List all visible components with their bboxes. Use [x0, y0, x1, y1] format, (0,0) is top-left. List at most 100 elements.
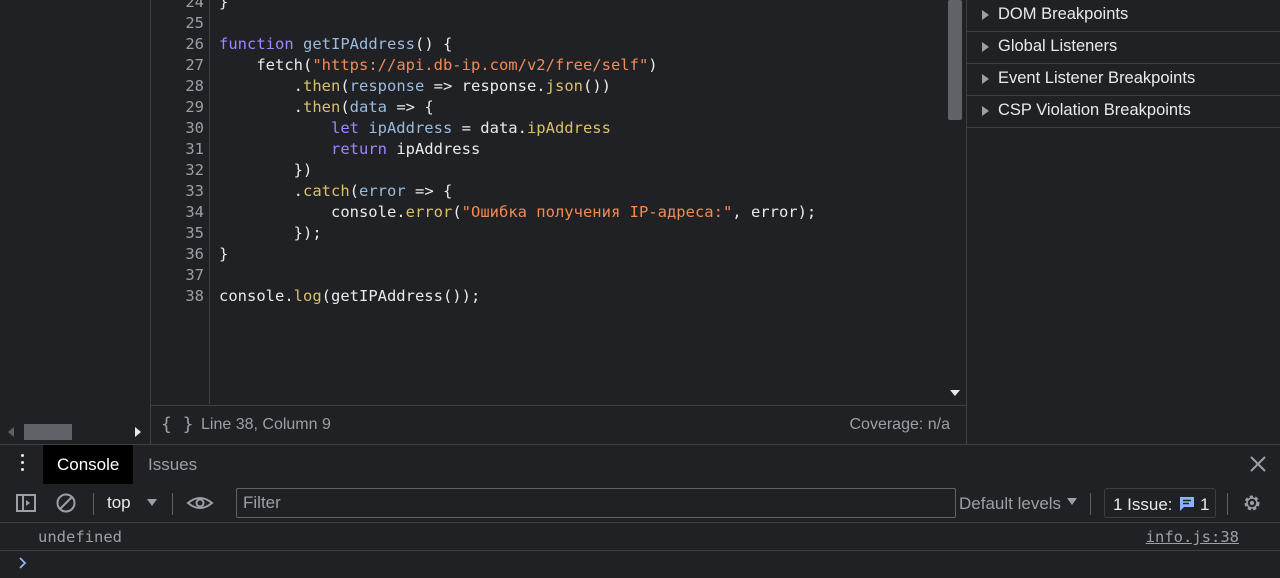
code-text: fetch("https://api.db-ip.com/v2/free/sel… [219, 55, 658, 76]
clear-console-icon[interactable] [55, 492, 77, 514]
code-editor[interactable]: 24} 25 26 function getIPAddress() {27 fetch… [151, 0, 944, 404]
code-token: . [219, 77, 303, 95]
line-number[interactable]: 32 [151, 160, 204, 181]
section-event-listener-breakpoints[interactable]: Event Listener Breakpoints [967, 64, 1280, 96]
line-number[interactable]: 36 [151, 244, 204, 265]
code-token: => { [387, 98, 434, 116]
code-token: error [405, 203, 453, 221]
code-text: .then(data => { [219, 97, 434, 118]
context-selector[interactable]: top [107, 493, 131, 513]
issues-label: 1 Issue: [1113, 495, 1173, 514]
toolbar-separator [1227, 493, 1228, 515]
scrollbar-thumb[interactable] [24, 424, 72, 440]
line-number[interactable]: 29 [151, 97, 204, 118]
code-text: } [219, 244, 228, 265]
line-number[interactable]: 28 [151, 76, 204, 97]
code-token: ( [349, 182, 360, 200]
code-token: ipAddress [526, 119, 611, 137]
more-tabs-icon[interactable] [21, 454, 25, 475]
log-levels-dropdown[interactable]: Default levels [959, 494, 1061, 514]
code-token: ipAddress [368, 119, 453, 137]
code-token: let [330, 119, 369, 137]
code-text: } [219, 0, 228, 13]
section-label: CSP Violation Breakpoints [998, 101, 1191, 119]
expand-triangle-icon [982, 42, 989, 52]
chevron-down-icon[interactable] [1067, 498, 1077, 505]
cursor-position: Line 38, Column 9 [201, 416, 331, 433]
code-token: ( [340, 77, 350, 95]
console-message-text: undefined [38, 528, 122, 546]
scrollbar-thumb[interactable] [948, 0, 962, 120]
line-number[interactable]: 30 [151, 118, 204, 139]
section-dom-breakpoints[interactable]: DOM Breakpoints [967, 0, 1280, 32]
code-token: response [349, 77, 425, 95]
live-expression-icon[interactable] [186, 492, 214, 514]
tab-issues[interactable]: Issues [148, 455, 197, 475]
line-number[interactable]: 34 [151, 202, 204, 223]
code-token: fetch( [219, 56, 313, 74]
code-token: console. [219, 203, 406, 221]
line-number[interactable]: 26 [151, 34, 204, 55]
filter-input[interactable] [236, 488, 956, 518]
chevron-right-icon [19, 557, 27, 569]
code-token: ) [648, 56, 658, 74]
section-global-listeners[interactable]: Global Listeners [967, 32, 1280, 64]
source-link[interactable]: info.js:38 [1146, 528, 1239, 546]
code-text: }) [219, 160, 313, 181]
navigator-pane [0, 0, 151, 444]
navigator-horizontal-scrollbar[interactable] [0, 420, 150, 444]
gear-icon[interactable] [1241, 492, 1263, 514]
line-number[interactable]: 31 [151, 139, 204, 160]
toolbar-separator [1090, 493, 1091, 515]
code-token: log [293, 287, 322, 305]
line-number[interactable]: 37 [151, 265, 204, 286]
code-token: catch [303, 182, 350, 200]
line-number[interactable]: 25 [151, 13, 204, 34]
editor-vertical-scrollbar[interactable] [944, 0, 966, 404]
code-token: ( [452, 203, 462, 221]
pretty-print-icon[interactable]: { } [161, 414, 194, 435]
code-token: . [219, 98, 303, 116]
coverage-status: Coverage: n/a [849, 416, 950, 433]
code-token: . [219, 182, 303, 200]
line-number[interactable]: 27 [151, 55, 204, 76]
code-token: data [349, 98, 387, 116]
section-label: DOM Breakpoints [998, 5, 1129, 23]
code-token: } [219, 245, 229, 263]
toolbar-separator [172, 493, 173, 515]
expand-triangle-icon [982, 74, 989, 84]
line-number[interactable]: 38 [151, 286, 204, 307]
console-output: undefined info.js:38 [0, 523, 1280, 578]
section-csp-violation-breakpoints[interactable]: CSP Violation Breakpoints [967, 96, 1280, 128]
close-icon[interactable] [1248, 454, 1268, 474]
code-token: ipAddress [396, 140, 481, 158]
code-token: console. [219, 287, 294, 305]
code-token: => { [405, 182, 453, 200]
tab-console[interactable]: Console [43, 445, 133, 484]
line-number[interactable]: 33 [151, 181, 204, 202]
code-token: "https://api.db-ip.com/v2/free/self" [312, 56, 649, 74]
code-token: => response. [424, 77, 546, 95]
code-token: then [303, 77, 341, 95]
toolbar-separator [93, 493, 94, 515]
code-text: console.log(getIPAddress()); [219, 286, 480, 307]
code-token: }); [219, 224, 322, 242]
code-token: = data. [452, 119, 527, 137]
code-text: }); [219, 223, 322, 244]
code-token: (getIPAddress()); [321, 287, 481, 305]
line-number[interactable]: 24 [151, 0, 204, 13]
issues-counter-button[interactable]: 1 Issue: 1 [1104, 488, 1216, 518]
chevron-down-icon[interactable] [147, 499, 157, 506]
code-token: function [219, 35, 303, 53]
code-token: ()) [582, 77, 611, 95]
issue-message-icon [1180, 497, 1194, 511]
code-token: } [219, 0, 229, 11]
scroll-down-arrow-icon[interactable] [950, 390, 960, 396]
scroll-right-arrow-icon[interactable] [135, 427, 141, 437]
sidebar-toggle-icon[interactable] [15, 492, 37, 514]
code-token: ( [340, 98, 350, 116]
scroll-left-arrow-icon[interactable] [8, 427, 14, 437]
line-number[interactable]: 35 [151, 223, 204, 244]
